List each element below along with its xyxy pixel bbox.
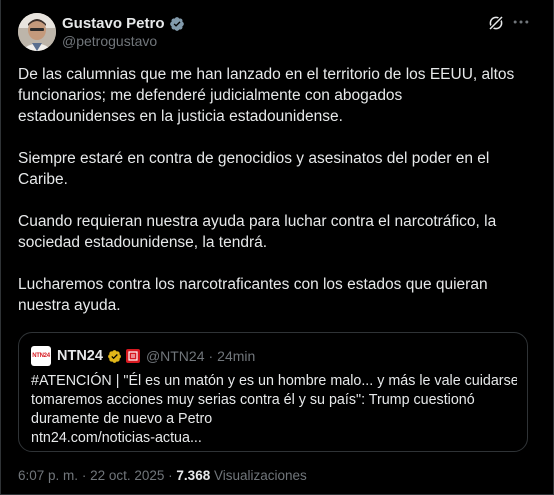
views-count: 7.368 bbox=[176, 468, 211, 483]
meta-separator: · bbox=[81, 468, 87, 483]
quoted-link[interactable]: ntn24.com/noticias-actua... bbox=[31, 429, 517, 448]
grok-icon[interactable] bbox=[487, 14, 505, 32]
affiliate-badge-icon bbox=[125, 349, 140, 363]
author-avatar[interactable] bbox=[18, 13, 56, 51]
quoted-separator: · bbox=[208, 348, 214, 364]
quoted-tweet[interactable]: NTN24 NTN24 @NTN24 · 24min #ATENCIÓN | "… bbox=[18, 332, 528, 452]
author-handle[interactable]: @petrogustavo bbox=[62, 33, 157, 49]
quoted-author-name[interactable]: NTN24 bbox=[57, 348, 103, 364]
gold-verified-badge-icon bbox=[107, 349, 122, 364]
meta-separator: · bbox=[168, 468, 173, 483]
quoted-author-handle[interactable]: @NTN24 bbox=[146, 348, 205, 364]
author-name-row: Gustavo Petro bbox=[62, 15, 185, 32]
tweet-date[interactable]: 22 oct. 2025 bbox=[90, 468, 164, 483]
ntn24-avatar[interactable]: NTN24 bbox=[31, 346, 51, 366]
tweet-text: De las calumnias que me han lanzado en e… bbox=[18, 64, 528, 316]
tweet-time[interactable]: 6:07 p. m. bbox=[18, 468, 78, 483]
tweet-meta: 6:07 p. m. · 22 oct. 2025 · 7.368 Visual… bbox=[18, 468, 307, 483]
tweet-paragraph: Lucharemos contra los narcotraficantes c… bbox=[18, 276, 488, 314]
tweet-card: Gustavo Petro @petrogustavo De las calum… bbox=[0, 0, 554, 495]
tweet-paragraph: De las calumnias que me han lanzado en e… bbox=[18, 66, 515, 125]
tweet-paragraph: Cuando requieran nuestra ayuda para luch… bbox=[18, 213, 497, 251]
quoted-tweet-header: NTN24 NTN24 @NTN24 · 24min bbox=[31, 346, 255, 366]
tweet-paragraph: Siempre estaré en contra de genocidios y… bbox=[18, 150, 490, 188]
quoted-tweet-text: #ATENCIÓN | "Él es un matón y es un homb… bbox=[31, 372, 517, 448]
more-options-icon[interactable] bbox=[511, 12, 531, 32]
author-name[interactable]: Gustavo Petro bbox=[62, 15, 165, 32]
quoted-text-line: tomaremos acciones muy serias contra él … bbox=[31, 392, 475, 408]
left-border bbox=[0, 0, 1, 495]
quoted-text-line: #ATENCIÓN | "Él es un matón y es un homb… bbox=[31, 373, 517, 389]
verified-badge-icon bbox=[169, 16, 185, 32]
quoted-timestamp[interactable]: 24min bbox=[217, 348, 255, 364]
views-label: Visualizaciones bbox=[213, 468, 307, 483]
ntn24-avatar-text: NTN24 bbox=[32, 353, 50, 359]
quoted-text-line: duramente de nuevo a Petro bbox=[31, 411, 213, 427]
avatar-image bbox=[18, 13, 56, 51]
